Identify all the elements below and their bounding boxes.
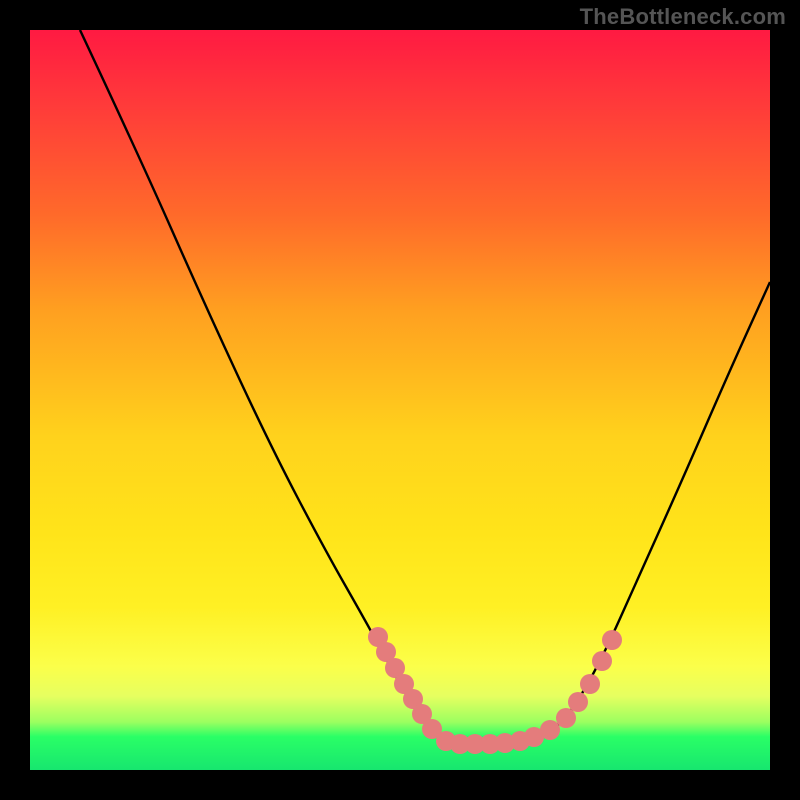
- curve-layer: [30, 30, 770, 770]
- highlight-dot: [422, 719, 442, 739]
- highlight-dot: [412, 704, 432, 724]
- highlight-dot: [394, 674, 414, 694]
- highlight-dot: [524, 727, 544, 747]
- chart-stage: TheBottleneck.com: [0, 0, 800, 800]
- bottleneck-curve: [80, 30, 770, 745]
- highlight-dot: [368, 627, 388, 647]
- highlight-dot: [592, 651, 612, 671]
- highlight-dot: [385, 658, 405, 678]
- highlight-dot: [480, 734, 500, 754]
- highlight-dot: [510, 731, 530, 751]
- watermark-text: TheBottleneck.com: [580, 4, 786, 30]
- highlight-dot: [495, 733, 515, 753]
- highlight-dot: [376, 642, 396, 662]
- highlight-dot: [450, 734, 470, 754]
- highlight-dots: [368, 627, 622, 754]
- highlight-dot: [556, 708, 576, 728]
- highlight-dot: [540, 720, 560, 740]
- plot-area: [30, 30, 770, 770]
- highlight-dot: [602, 630, 622, 650]
- highlight-dot: [436, 731, 456, 751]
- highlight-dot: [580, 674, 600, 694]
- highlight-dot: [403, 689, 423, 709]
- highlight-dot: [568, 692, 588, 712]
- highlight-dot: [465, 734, 485, 754]
